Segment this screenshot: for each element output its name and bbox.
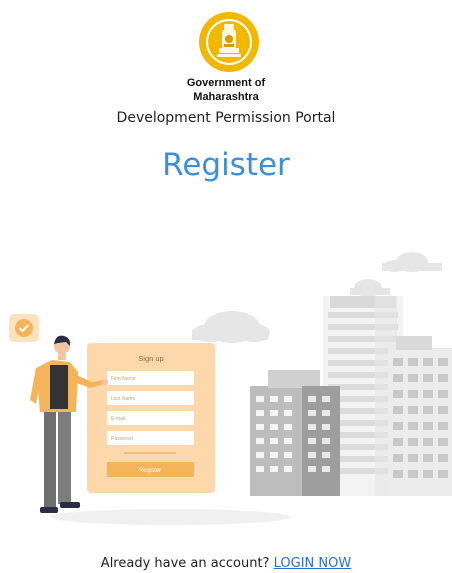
field-password: Password (111, 436, 133, 442)
check-bubble-icon (9, 314, 39, 342)
field-last-name: Last Name (111, 396, 135, 402)
ground-shadow (50, 509, 290, 525)
portal-name: Development Permission Portal (116, 110, 336, 126)
gov-line-1: Government of (186, 77, 266, 89)
card-register-button: Register (139, 468, 161, 474)
signup-card: Sign up First Name Last Name E-mail Pass… (87, 343, 215, 493)
login-prompt-text: Already have an account? (100, 556, 270, 571)
cloud-shape (192, 311, 270, 343)
maharashtra-emblem (199, 12, 259, 72)
short-building (250, 370, 340, 496)
signup-illustration: Sign up First Name Last Name E-mail Pass… (9, 252, 452, 525)
government-name: Government of Maharashtra (0, 76, 452, 104)
login-now-link[interactable]: LOGIN NOW (274, 556, 352, 571)
gov-line-2: Maharashtra (193, 91, 259, 103)
right-building (388, 336, 452, 496)
page-title: Register (162, 147, 290, 183)
cloud-shape (350, 279, 390, 297)
cloud-shape (382, 252, 442, 272)
field-first-name: First Name (111, 376, 136, 382)
signup-card-title: Sign up (138, 354, 163, 363)
login-prompt: Already have an account? LOGIN NOW (0, 556, 452, 571)
field-email: E-mail (111, 416, 125, 422)
